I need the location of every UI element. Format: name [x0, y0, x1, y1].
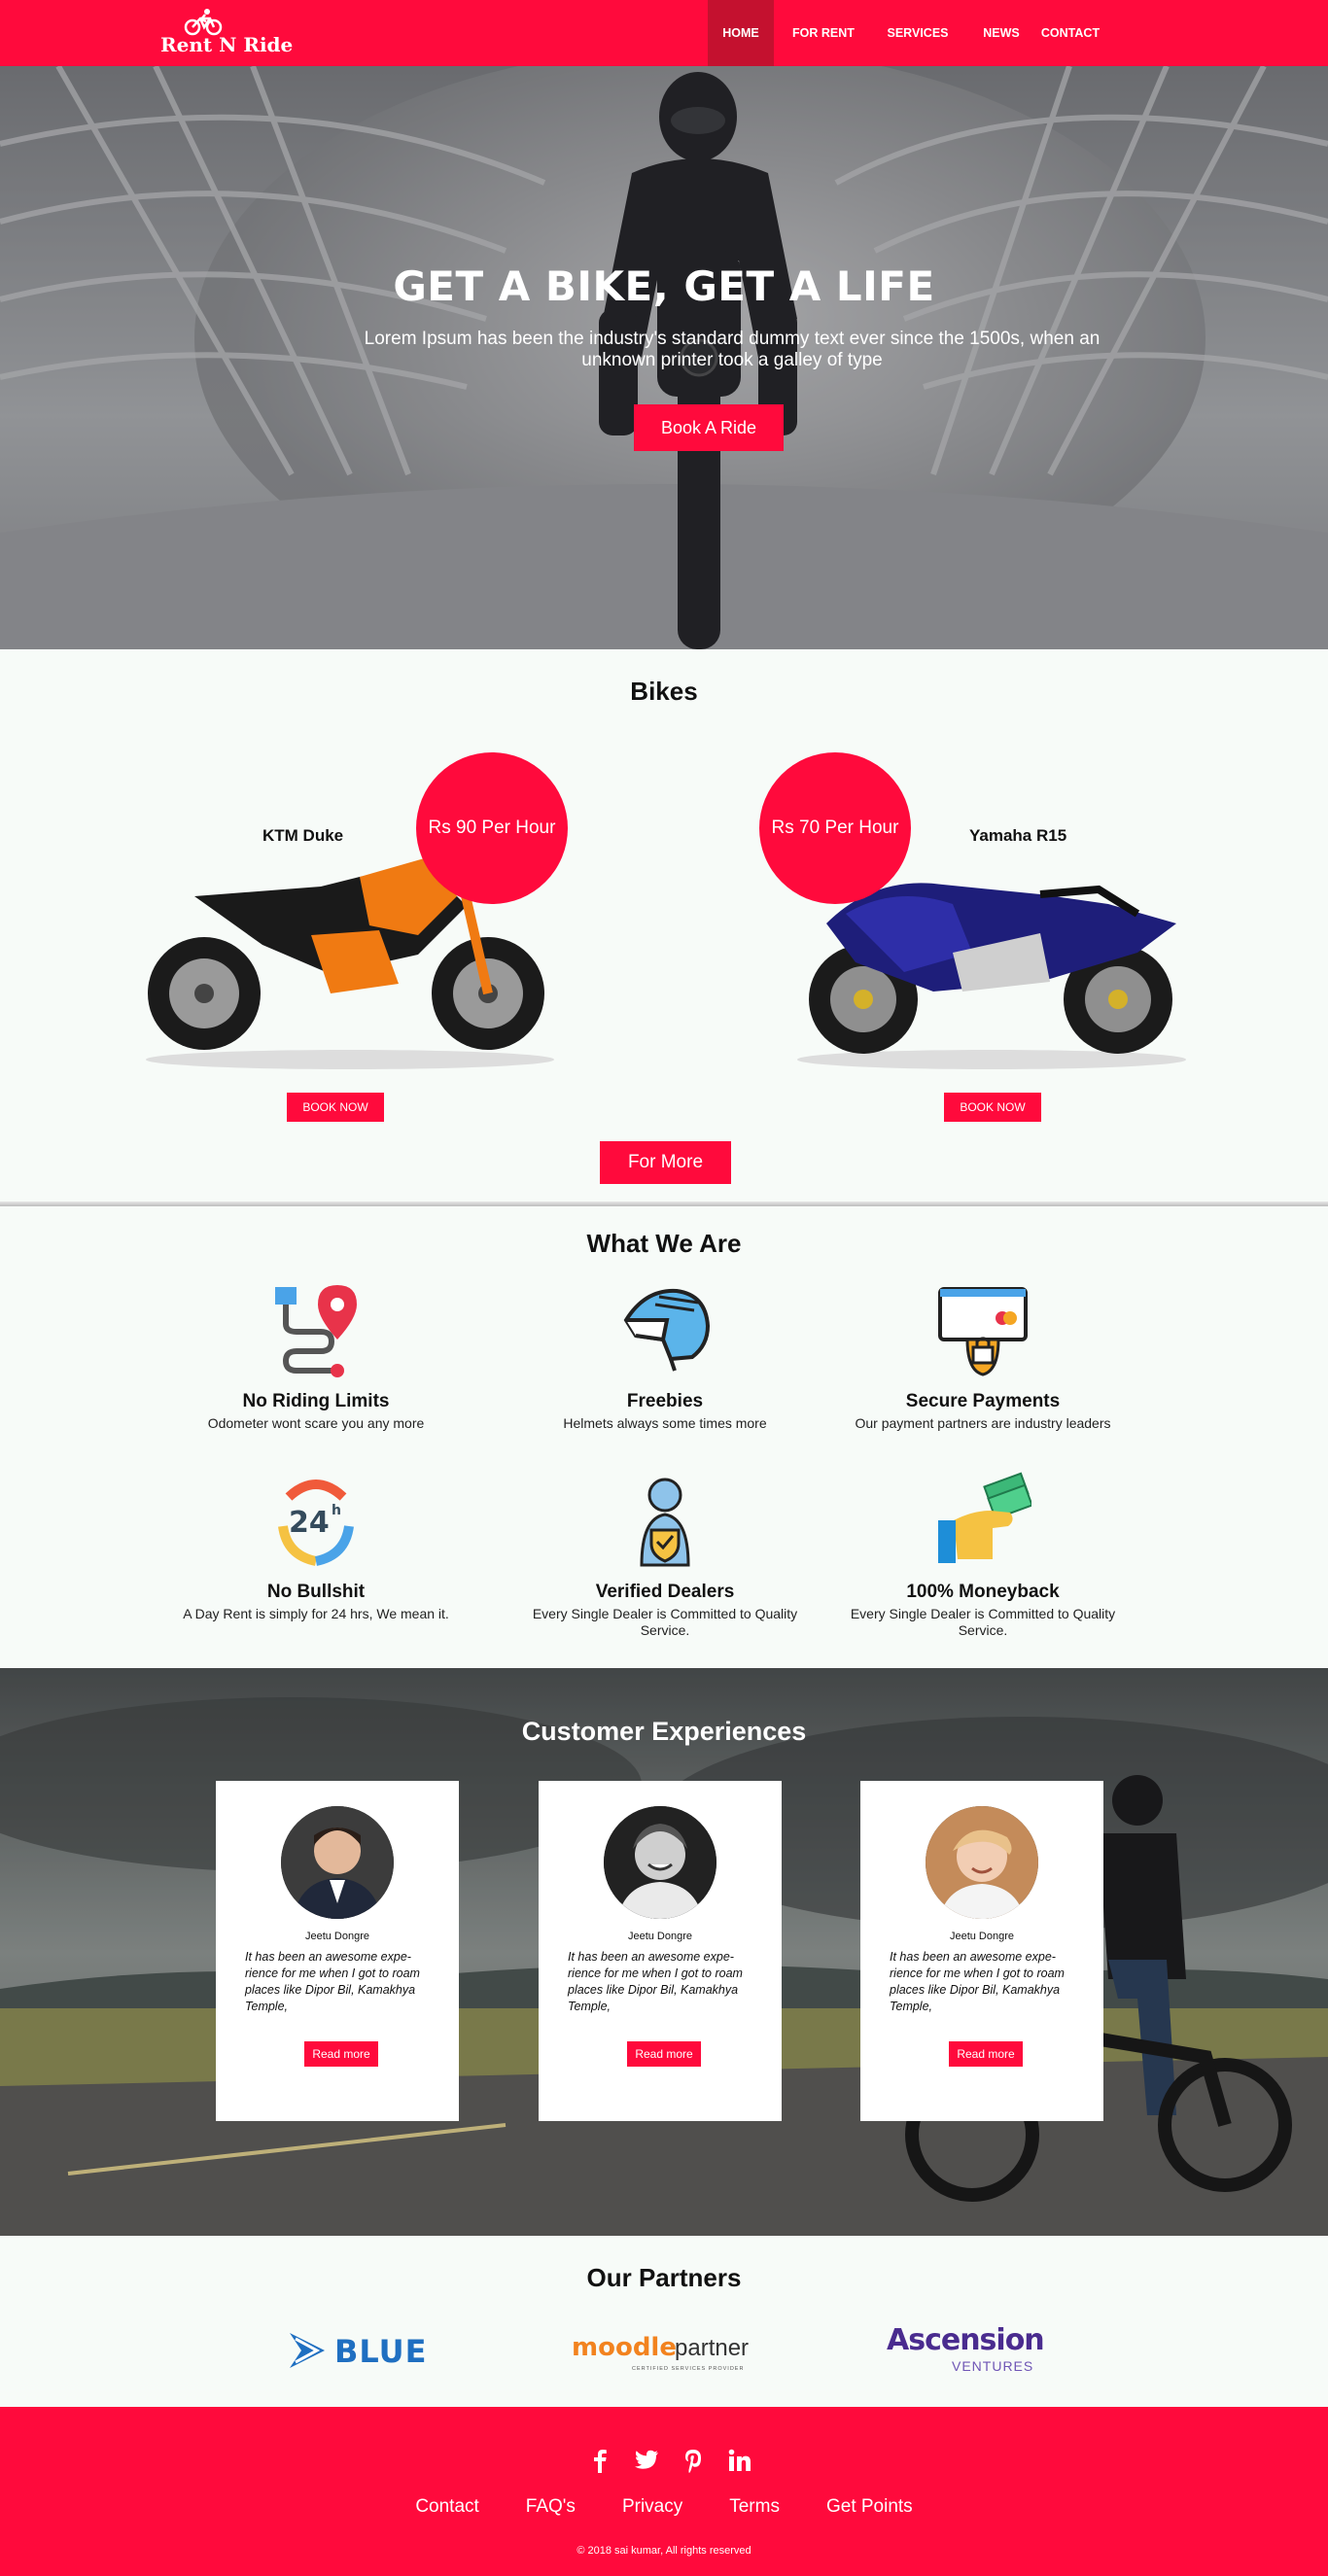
partner-suffix: partner [675, 2335, 750, 2361]
partner-logo-ascension[interactable]: Ascension VENTURES [887, 2315, 1045, 2374]
partners-section-title: Our Partners [586, 2263, 742, 2292]
bike-name: Yamaha R15 [969, 826, 1067, 845]
nav-item-for-rent[interactable]: FOR RENT [774, 0, 873, 66]
footer-link-faqs[interactable]: FAQ's [526, 2496, 576, 2518]
partner-suffix: VENTURES [952, 2358, 1034, 2374]
social-links [587, 2448, 752, 2473]
svg-text:h: h [332, 1503, 341, 1518]
feature-title: No Riding Limits [242, 1391, 390, 1411]
nav-item-contact[interactable]: CONTACT [1040, 0, 1101, 66]
nav-item-services[interactable]: SERVICES [873, 0, 962, 66]
avatar [281, 1806, 394, 1919]
twitter-icon[interactable] [634, 2448, 659, 2473]
bikes-section-title: Bikes [630, 677, 698, 706]
feature-description: Our payment partners are industry leader… [855, 1415, 1111, 1431]
bike-price-badge: Rs 90 Per Hour [416, 752, 568, 904]
book-a-ride-button[interactable]: Book A Ride [634, 404, 784, 451]
testimonial-name: Jeetu Dongre [304, 1931, 370, 1942]
footer-nav: Contact FAQ's Privacy Terms Get Points [0, 2496, 1328, 2518]
feature-no-riding-limits: No Riding Limits Odometer wont scare you… [170, 1281, 462, 1432]
footer-link-get-points[interactable]: Get Points [826, 2496, 913, 2518]
testimonial-text: It has been an awesome expe-rience for m… [890, 1950, 1065, 2013]
feature-title: Freebies [626, 1391, 704, 1411]
nav-item-news[interactable]: NEWS [962, 0, 1040, 66]
brand-logo[interactable]: Rent N Ride [160, 8, 293, 58]
book-now-button[interactable]: BOOK NOW [944, 1093, 1041, 1122]
feature-moneyback: 100% Moneyback Every Single Dealer is Co… [837, 1472, 1129, 1639]
avatar [926, 1806, 1038, 1919]
read-more-button[interactable]: Read more [949, 2041, 1023, 2067]
avatar [604, 1806, 716, 1919]
feature-title: 100% Moneyback [906, 1582, 1060, 1602]
footer: Contact FAQ's Privacy Terms Get Points ©… [0, 2407, 1328, 2576]
hero-banner: GET A BIKE, GET A LIFE Lorem Ipsum has b… [0, 66, 1328, 649]
feature-secure-payments: Secure Payments Our payment partners are… [837, 1281, 1129, 1432]
customer-experiences-section: Customer Experiences Jeetu Dongre It has… [0, 1668, 1328, 2236]
testimonial-card: Jeetu Dongre It has been an awesome expe… [539, 1781, 782, 2121]
partner-logo-moodle[interactable]: moodle partner CERTIFIED SERVICES PROVID… [572, 2321, 756, 2380]
helmet-icon [623, 1288, 711, 1372]
feature-freebies: Freebies Helmets always some times more [519, 1281, 811, 1432]
feature-title: No Bullshit [266, 1582, 366, 1602]
feature-no-bullshit: 24 h No Bullshit A Day Rent is simply fo… [170, 1472, 462, 1622]
features-section-title: What We Are [586, 1229, 742, 1258]
copyright-text: © 2018 sai kumar, All rights reserved [577, 2545, 751, 2557]
brand-name: Rent N Ride [160, 33, 294, 56]
footer-link-privacy[interactable]: Privacy [622, 2496, 682, 2518]
partner-name: BLUE [334, 2333, 428, 2370]
top-navbar: Rent N Ride HOME FOR RENT SERVICES NEWS … [0, 0, 1328, 66]
partner-logo-blue[interactable]: BLUE [288, 2319, 443, 2378]
24h-icon: 24 h [278, 1479, 354, 1566]
feature-verified-dealers: Verified Dealers Every Single Dealer is … [519, 1472, 811, 1639]
feature-description: Helmets always some times more [563, 1415, 767, 1431]
testimonial-text: It has been an awesome expe-rience for m… [568, 1950, 743, 2013]
hero-subtitle: Lorem Ipsum has been the industry's stan… [364, 329, 1101, 370]
footer-link-terms[interactable]: Terms [729, 2496, 780, 2518]
testimonials-title: Customer Experiences [521, 1717, 807, 1746]
feature-description: A Day Rent is simply for 24 hrs, We mean… [183, 1606, 449, 1621]
testimonial-card: Jeetu Dongre It has been an awesome expe… [860, 1781, 1103, 2121]
feature-title: Secure Payments [905, 1391, 1061, 1411]
linkedin-icon[interactable] [727, 2448, 752, 2473]
testimonial-card: Jeetu Dongre It has been an awesome expe… [216, 1781, 459, 2121]
blue-logo-icon [290, 2333, 325, 2368]
for-more-button[interactable]: For More [600, 1141, 731, 1184]
feature-description: Every Single Dealer is Committed to Qual… [850, 1606, 1116, 1638]
moneyback-icon [938, 1472, 1033, 1563]
testimonial-name: Jeetu Dongre [949, 1931, 1015, 1942]
read-more-button[interactable]: Read more [627, 2041, 701, 2067]
read-more-button[interactable]: Read more [304, 2041, 378, 2067]
testimonial-name: Jeetu Dongre [627, 1931, 693, 1942]
pinterest-icon[interactable] [681, 2448, 706, 2473]
partner-name: Ascension [887, 2323, 1045, 2357]
hero-title: GET A BIKE, GET A LIFE [393, 262, 935, 310]
nav-menu: HOME FOR RENT SERVICES NEWS CONTACT [708, 0, 1101, 66]
partner-tagline: CERTIFIED SERVICES PROVIDER [632, 2366, 745, 2372]
bike-price-badge: Rs 70 Per Hour [759, 752, 911, 904]
book-now-button[interactable]: BOOK NOW [287, 1093, 384, 1122]
verified-dealer-icon [640, 1478, 690, 1567]
partner-name: moodle [572, 2333, 677, 2362]
feature-description: Every Single Dealer is Committed to Qual… [532, 1606, 798, 1638]
secure-payment-icon [938, 1287, 1028, 1376]
facebook-icon[interactable] [587, 2448, 612, 2473]
feature-description: Odometer wont scare you any more [207, 1415, 425, 1431]
section-divider [0, 1201, 1328, 1206]
testimonial-text: It has been an awesome expe-rience for m… [245, 1950, 420, 2013]
nav-item-home[interactable]: HOME [708, 0, 774, 66]
svg-text:24: 24 [289, 1506, 330, 1540]
route-map-icon [275, 1285, 357, 1377]
footer-link-contact[interactable]: Contact [415, 2496, 478, 2518]
bike-name: KTM Duke [262, 826, 344, 845]
feature-title: Verified Dealers [595, 1582, 735, 1602]
